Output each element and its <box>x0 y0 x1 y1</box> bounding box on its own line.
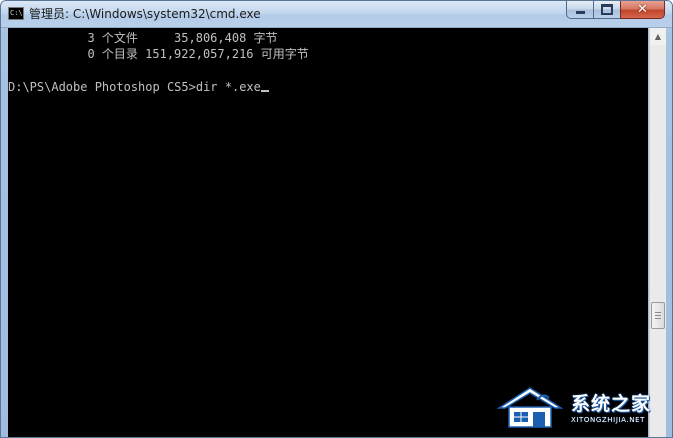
grip-line <box>655 318 661 319</box>
maximize-button[interactable] <box>593 1 620 19</box>
console-prompt-line[interactable]: D:\PS\Adobe Photoshop CS5>dir *.exe <box>8 79 269 95</box>
maximize-icon <box>601 4 613 15</box>
title-bar[interactable]: C:\ 管理员: C:\Windows\system32\cmd.exe ✕ <box>1 1 672 28</box>
watermark-subtext: XITONGZHIJIA.NET <box>571 416 645 424</box>
text-cursor <box>260 90 269 92</box>
chevron-up-icon: ▲ <box>654 32 662 41</box>
vertical-scrollbar[interactable]: ▲ <box>649 28 666 437</box>
close-button[interactable]: ✕ <box>620 1 665 19</box>
window-title: 管理员: C:\Windows\system32\cmd.exe <box>29 7 261 21</box>
watermark: 系统之家 XITONGZHIJIA.NET <box>497 383 667 433</box>
watermark-text: 系统之家 <box>571 393 652 415</box>
cmd-window: C:\ 管理员: C:\Windows\system32\cmd.exe ✕ 3… <box>0 0 673 438</box>
minimize-icon <box>575 11 585 14</box>
grip-line <box>655 312 661 313</box>
house-logo-icon <box>497 387 563 428</box>
scroll-thumb[interactable] <box>651 302 665 329</box>
scroll-up-button[interactable]: ▲ <box>650 28 666 45</box>
console-line: 3 个文件 35,806,408 字节 <box>8 31 278 45</box>
caption-buttons: ✕ <box>566 1 665 20</box>
console-command: D:\PS\Adobe Photoshop CS5>dir *.exe <box>8 80 261 94</box>
console-line: 0 个目录 151,922,057,216 可用字节 <box>8 47 309 61</box>
grip-line <box>655 315 661 316</box>
close-icon: ✕ <box>637 2 648 17</box>
minimize-button[interactable] <box>566 1 593 19</box>
cmd-icon[interactable]: C:\ <box>8 7 24 20</box>
console-output[interactable]: 3 个文件 35,806,408 字节 0 个目录 151,922,057,21… <box>8 28 648 437</box>
